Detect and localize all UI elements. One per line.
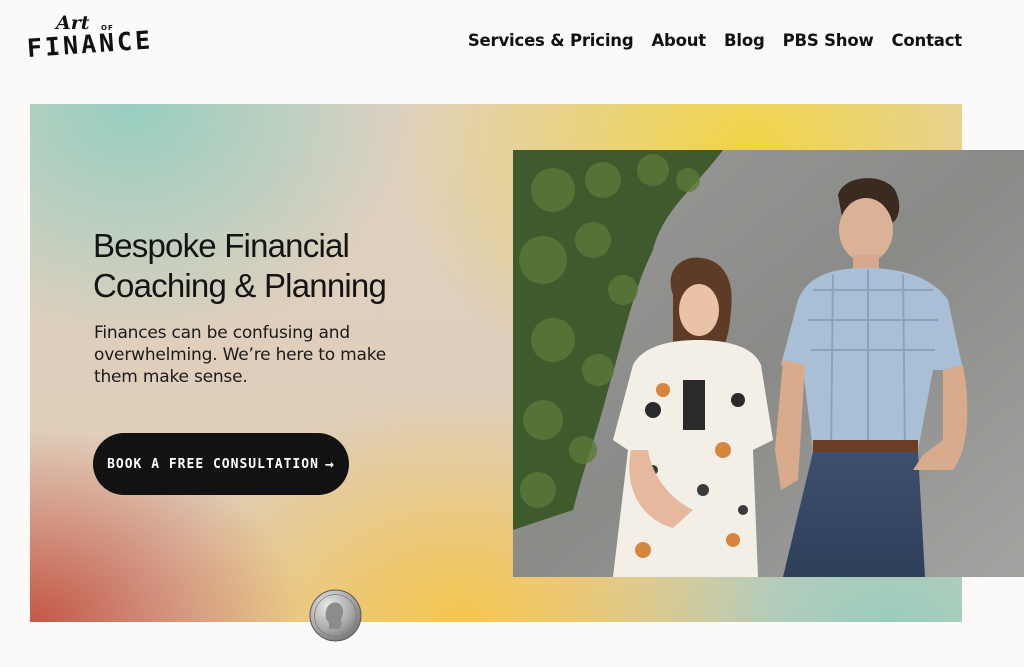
book-consultation-label: BOOK A FREE CONSULTATION xyxy=(107,456,319,472)
quarter-coin-icon xyxy=(309,589,362,642)
nav-services-pricing[interactable]: Services & Pricing xyxy=(468,31,634,50)
hero-subtitle: Finances can be confusing and overwhelmi… xyxy=(94,323,387,387)
site-logo[interactable]: Art OF FINANCE xyxy=(26,12,154,74)
hero-title: Bespoke Financial Coaching & Planning xyxy=(93,226,513,306)
nav-pbs-show[interactable]: PBS Show xyxy=(783,31,874,50)
nav-contact[interactable]: Contact xyxy=(892,31,963,50)
hero-photo xyxy=(513,150,1024,577)
hero-photo-illustration xyxy=(513,150,1024,577)
book-consultation-button[interactable]: BOOK A FREE CONSULTATION → xyxy=(93,433,349,495)
arrow-right-icon: → xyxy=(324,455,335,473)
hero-title-line-1: Bespoke Financial xyxy=(93,227,350,264)
main-nav: Services & Pricing About Blog PBS Show C… xyxy=(468,31,962,50)
nav-blog[interactable]: Blog xyxy=(724,31,765,50)
logo-finance-text: FINANCE xyxy=(25,25,155,64)
nav-about[interactable]: About xyxy=(651,31,706,50)
hero-title-line-2: Coaching & Planning xyxy=(93,267,387,304)
